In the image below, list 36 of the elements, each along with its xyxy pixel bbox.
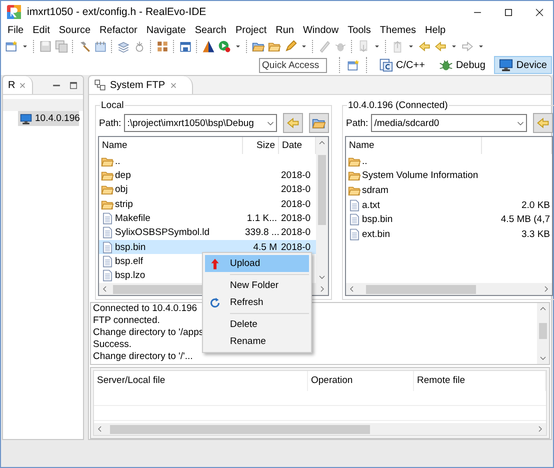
file-size: 3.3 KB	[521, 228, 550, 240]
file-name: ..	[362, 156, 368, 167]
file-name: Makefile	[115, 212, 150, 224]
file-name: ..	[115, 156, 120, 167]
file-size: 4.5 M	[253, 242, 277, 253]
file-name: dep	[115, 170, 131, 181]
file-name: bsp.elf	[115, 256, 143, 267]
log-line: Change directory to '/'...	[93, 351, 193, 362]
file-date: 2018-0	[281, 212, 311, 224]
file-name: System Volume Information	[362, 170, 478, 182]
path-label: Path:	[346, 118, 368, 128]
file-name: ext.bin	[362, 228, 390, 240]
file-size: 4.5 MB (4,7	[500, 214, 550, 226]
file-date: 2018-0	[281, 184, 311, 196]
file-name: bsp.bin	[362, 214, 393, 226]
file-name: a.txt	[362, 200, 380, 211]
group-title: Local	[100, 100, 125, 111]
file-date: 2018-0	[281, 227, 311, 238]
file-name: strip	[115, 198, 133, 210]
file-name: sdram	[362, 184, 388, 196]
group-title: 10.4.0.196 (Connected)	[347, 100, 449, 111]
path-label: Path:	[99, 118, 122, 128]
file-date: 2018-0	[281, 170, 311, 181]
file-name: obj	[115, 184, 128, 196]
file-size: 2.0 KB	[521, 200, 550, 211]
file-date: 2018-0	[281, 198, 311, 210]
file-name: bsp.bin	[115, 242, 146, 253]
file-date: 2018-0	[281, 242, 311, 253]
file-name: SylixOSBSPSymbol.ld	[115, 227, 210, 238]
file-name: bsp.lzo	[115, 270, 146, 282]
log-line: Connected to 10.4.0.196	[93, 303, 198, 314]
log-line: Success.	[93, 339, 132, 350]
file-size: 1.1 K...	[246, 212, 277, 224]
file-size: 339.8 ...	[245, 227, 280, 238]
window-title: imxrt1050 - ext/config.h - RealEvo-IDE	[27, 6, 208, 18]
log-line: FTP connected.	[93, 315, 160, 326]
